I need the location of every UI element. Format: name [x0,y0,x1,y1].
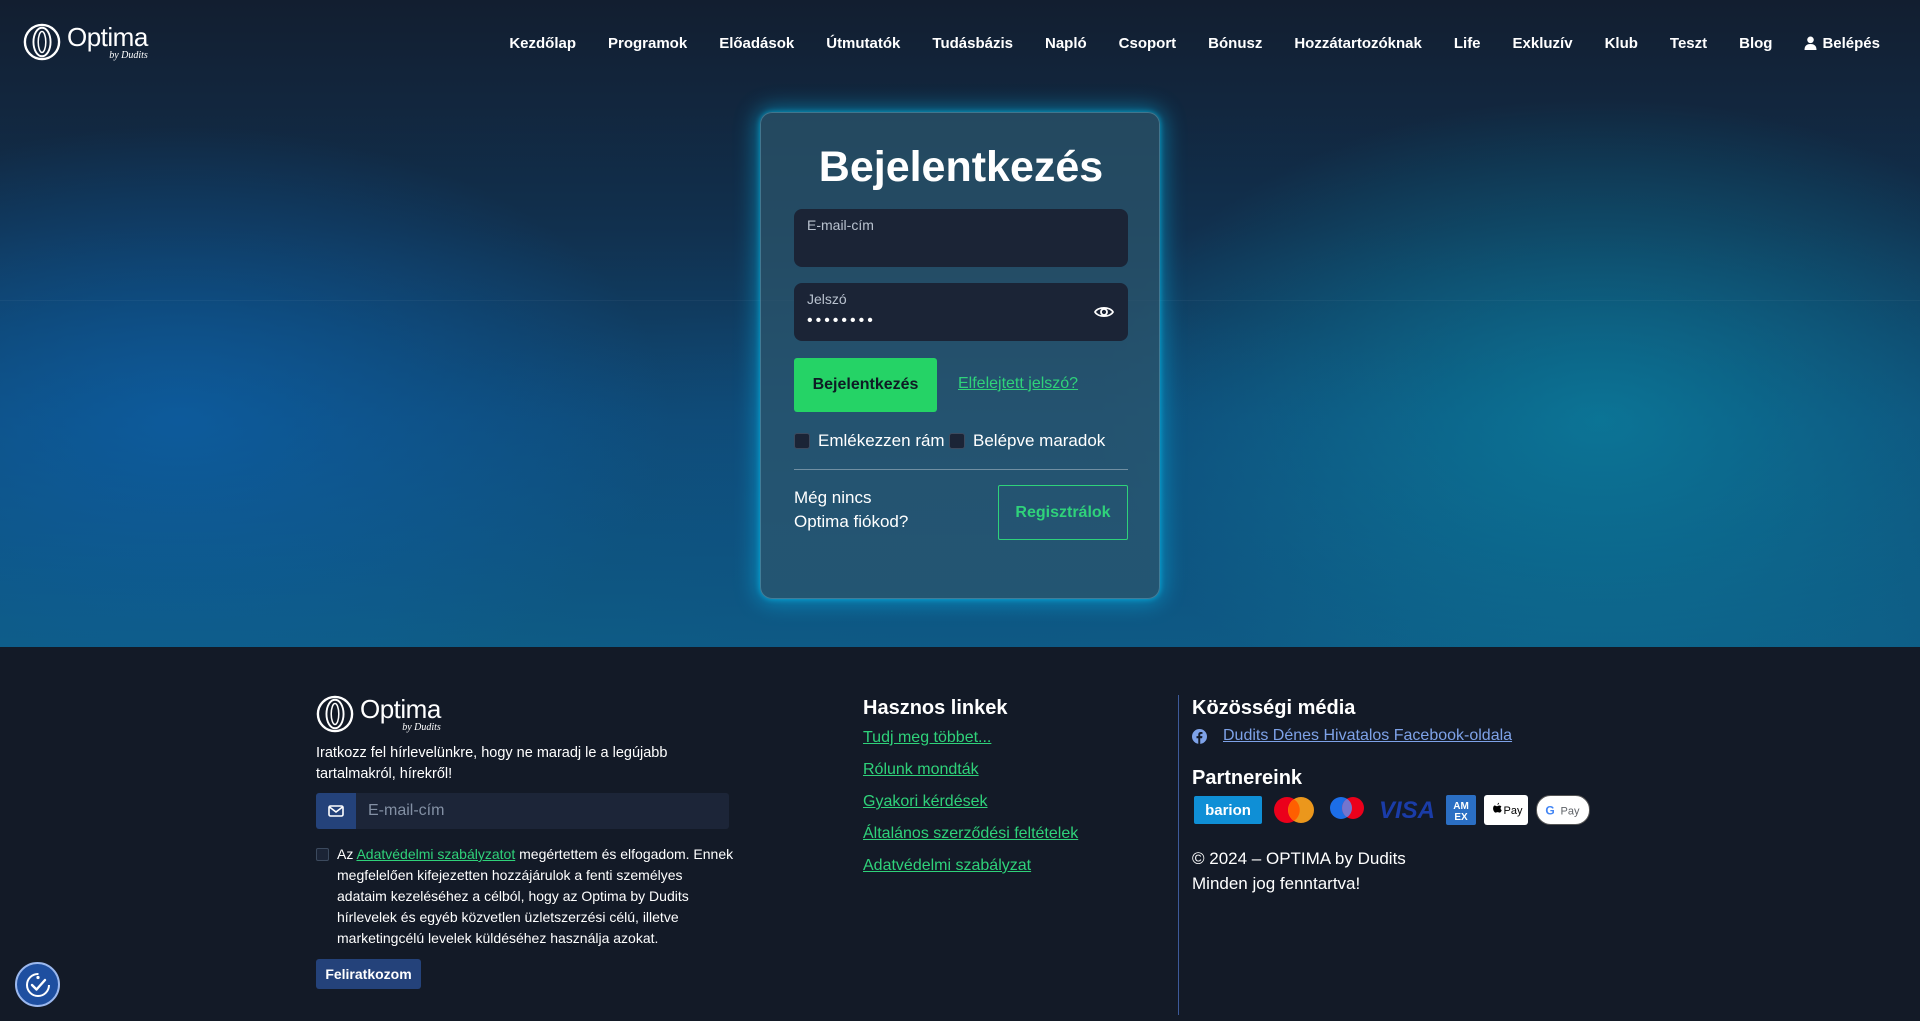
footer-link-privacy[interactable]: Adatvédelmi szabályzat [863,855,1078,877]
card-divider [794,469,1128,470]
partner-logos: barion VISA AM EX Pay G Pay [1194,795,1590,825]
svg-text:Pay: Pay [1504,805,1523,817]
optima-logo-icon [316,695,354,733]
nav-item-teszt[interactable]: Teszt [1654,35,1723,52]
site-logo[interactable]: Optima by Dudits [23,23,148,61]
privacy-policy-link[interactable]: Adatvédelmi szabályzatot [356,846,515,862]
useful-links-list: Tudj meg többet... Rólunk mondták Gyakor… [863,727,1078,877]
nav-login-link[interactable]: Belépés [1788,35,1880,52]
footer-logo-byline: by Dudits [402,721,441,733]
visa-icon: VISA [1379,797,1435,824]
footer-logo[interactable]: Optima by Dudits [316,695,441,733]
barion-logo-icon: barion [1194,796,1262,824]
footer-link-learn-more[interactable]: Tudj meg többet... [863,727,1078,749]
footer-link-faq[interactable]: Gyakori kérdések [863,791,1078,813]
remember-me-label: Emlékezzen rám [818,431,945,450]
nav-login-label: Belépés [1822,34,1880,52]
show-password-eye-icon[interactable] [1094,303,1114,321]
main-menu: Kezdőlap Programok Előadások Útmutatók T… [493,0,1880,86]
nav-item-hozzatartozoknak[interactable]: Hozzátartozóknak [1278,35,1438,52]
remember-me-box[interactable] [794,433,810,449]
svg-text:VISA: VISA [1379,797,1435,824]
nav-item-exkluziv[interactable]: Exkluzív [1497,35,1589,52]
copyright-line-2: Minden jog fenntartva! [1192,874,1361,893]
top-nav: Optima by Dudits Kezdőlap Programok Előa… [0,0,1920,86]
newsletter-email-placeholder[interactable]: E-mail-cím [356,793,729,829]
maestro-icon [1330,797,1364,819]
password-field-value: •••••••• [807,312,876,329]
stay-logged-in-checkbox[interactable]: Belépve maradok [949,431,1105,451]
logo-byline: by Dudits [109,49,148,61]
logo-wordmark: Optima [67,21,148,52]
svg-text:Pay: Pay [1561,806,1580,818]
mastercard-icon [1274,797,1314,823]
social-media-title: Közösségi média [1192,697,1356,719]
password-field[interactable]: Jelszó •••••••• [794,283,1128,341]
copyright-line-1: © 2024 – OPTIMA by Dudits [1192,849,1406,868]
consent-checkbox[interactable] [316,848,329,861]
nav-item-blog[interactable]: Blog [1723,35,1788,52]
footer-logo-wordmark: Optima [360,693,441,724]
register-button[interactable]: Regisztrálok [998,485,1128,540]
nav-item-klub[interactable]: Klub [1589,35,1654,52]
google-pay-icon: G Pay [1536,795,1590,825]
facebook-link-label: Dudits Dénes Hivatalos Facebook-oldala [1223,727,1513,744]
password-field-label: Jelszó [807,291,847,307]
nav-item-tudasbazis[interactable]: Tudásbázis [916,35,1029,52]
consent-text: Az Adatvédelmi szabályzatot megértettem … [337,844,736,949]
svg-text:EX: EX [1454,812,1468,823]
newsletter-email-input[interactable]: E-mail-cím [316,793,729,829]
nav-item-programok[interactable]: Programok [592,35,703,52]
email-field[interactable]: E-mail-cím [794,209,1128,267]
remember-me-checkbox[interactable]: Emlékezzen rám [794,431,945,451]
facebook-link[interactable]: Dudits Dénes Hivatalos Facebook-oldala [1192,727,1512,745]
footer-link-terms[interactable]: Általános szerződési feltételek [863,823,1078,845]
partners-title: Partnereink [1192,767,1303,789]
nav-item-kezdolap[interactable]: Kezdőlap [493,35,592,52]
copyright: © 2024 – OPTIMA by Dudits Minden jog fen… [1192,846,1406,896]
login-card: Bejelentkezés E-mail-cím Jelszó ••••••••… [760,112,1160,599]
svg-text:AM: AM [1453,801,1469,812]
newsletter-consent: Az Adatvédelmi szabályzatot megértettem … [316,844,736,949]
american-express-icon: AM EX [1446,795,1476,825]
svg-text:G: G [1545,804,1554,818]
nav-item-naplo[interactable]: Napló [1029,35,1103,52]
apple-pay-icon: Pay [1484,795,1528,825]
stay-logged-in-box[interactable] [949,433,965,449]
accessibility-button[interactable] [15,962,60,1007]
stay-logged-in-label: Belépve maradok [973,431,1106,450]
user-icon [1804,36,1817,50]
consent-prefix: Az [337,846,357,862]
nav-item-life[interactable]: Life [1438,35,1497,52]
newsletter-text: Iratkozz fel hírlevelünkre, hogy ne mara… [316,745,668,782]
nav-item-csoport[interactable]: Csoport [1103,35,1193,52]
login-title: Bejelentkezés [818,143,1104,191]
footer: Optima by Dudits Iratkozz fel hírlevelün… [0,647,1920,1021]
optima-logo-icon [23,23,61,61]
footer-column-divider [1178,695,1179,1015]
email-field-label: E-mail-cím [807,217,874,233]
nav-item-utmutatok[interactable]: Útmutatók [810,35,916,52]
login-submit-button[interactable]: Bejelentkezés [794,358,937,412]
no-account-text: Még nincs Optima fiókod? [794,488,909,531]
useful-links-title: Hasznos linkek [863,697,1008,719]
facebook-icon [1192,728,1207,744]
nav-item-eloadasok[interactable]: Előadások [703,35,810,52]
svg-text:barion: barion [1205,802,1251,819]
subscribe-button[interactable]: Feliratkozom [316,959,421,989]
nav-item-bonusz[interactable]: Bónusz [1192,35,1278,52]
forgot-password-link[interactable]: Elfelejtett jelszó? [958,375,1078,393]
footer-link-testimonials[interactable]: Rólunk mondták [863,759,1078,781]
accessibility-check-icon [25,972,50,997]
envelope-icon [316,793,356,829]
